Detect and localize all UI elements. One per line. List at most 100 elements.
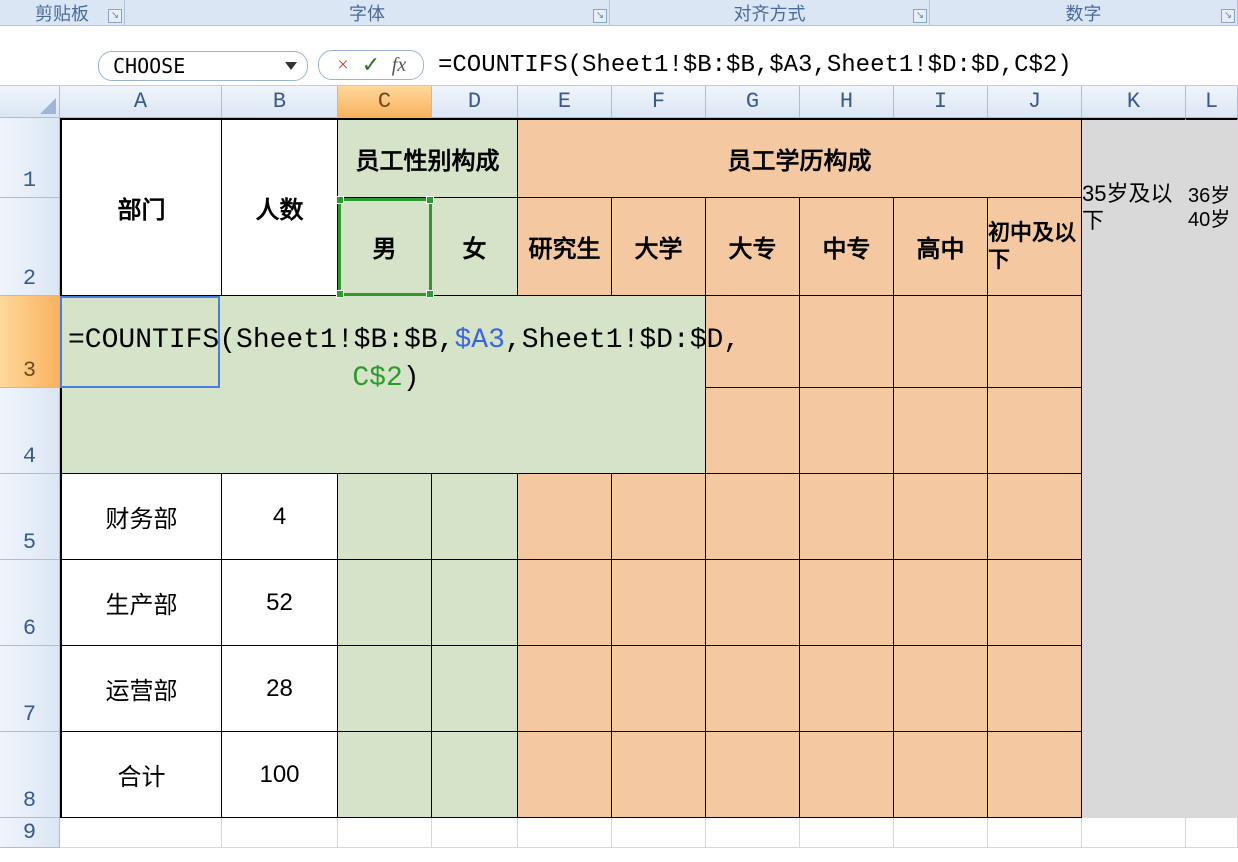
cell[interactable] [894,296,988,388]
row-header[interactable]: 2 [0,198,60,296]
cell[interactable] [800,296,894,388]
cell[interactable] [1186,560,1238,646]
dialog-launcher-icon[interactable]: ↘ [108,9,122,23]
cell[interactable] [988,296,1082,388]
cell[interactable]: 人数 [222,118,338,296]
row-header[interactable]: 9 [0,818,60,848]
cell[interactable] [988,732,1082,818]
cell[interactable] [338,474,432,560]
col-header[interactable]: K [1082,86,1186,118]
row-header[interactable]: 6 [0,560,60,646]
cell[interactable] [1186,388,1238,474]
cell[interactable] [800,388,894,474]
col-header[interactable]: F [612,86,706,118]
cell[interactable]: 生产部 [60,560,222,646]
cell[interactable] [338,646,432,732]
col-header[interactable]: A [60,86,222,118]
cell[interactable] [800,474,894,560]
col-header[interactable]: C [338,86,432,118]
cell[interactable] [988,646,1082,732]
cell[interactable] [800,732,894,818]
cell[interactable] [894,732,988,818]
cell[interactable] [60,388,706,474]
col-header[interactable]: H [800,86,894,118]
row-header[interactable]: 7 [0,646,60,732]
select-all-corner[interactable] [0,86,60,118]
cell[interactable] [706,646,800,732]
cell[interactable] [612,474,706,560]
cell[interactable] [988,818,1082,848]
col-header[interactable]: J [988,86,1082,118]
cell[interactable] [432,560,518,646]
cell[interactable] [60,818,222,848]
cell[interactable] [222,818,338,848]
cell[interactable] [60,296,706,388]
cell[interactable] [800,818,894,848]
cell[interactable] [1186,818,1238,848]
row-header[interactable]: 3 [0,296,60,388]
cell[interactable] [894,818,988,848]
col-header[interactable]: L [1186,86,1238,118]
cell[interactable]: 28 [222,646,338,732]
cell[interactable]: 部门 [60,118,222,296]
cell[interactable] [894,474,988,560]
cell[interactable] [518,560,612,646]
row-header[interactable]: 1 [0,118,60,198]
cell[interactable]: 52 [222,560,338,646]
cell[interactable]: 合计 [60,732,222,818]
cell[interactable] [1082,560,1186,646]
cell[interactable] [518,732,612,818]
cell[interactable] [518,474,612,560]
cell[interactable]: 员工性别构成 [338,118,518,198]
cell[interactable] [706,296,800,388]
cell[interactable] [988,388,1082,474]
cell[interactable] [1082,646,1186,732]
cell[interactable]: 女 [432,198,518,296]
cell[interactable] [612,560,706,646]
formula-input[interactable]: =COUNTIFS(Sheet1!$B:$B,$A3,Sheet1!$D:$D,… [424,50,1238,81]
cell[interactable] [612,646,706,732]
cell[interactable] [706,732,800,818]
row-header[interactable]: 4 [0,388,60,474]
cell[interactable] [988,474,1082,560]
cell[interactable]: 中专 [800,198,894,296]
cell[interactable] [432,818,518,848]
col-header[interactable]: I [894,86,988,118]
cell[interactable] [706,818,800,848]
cell[interactable] [612,732,706,818]
cell[interactable] [1186,296,1238,388]
cell[interactable] [706,388,800,474]
enter-formula-button[interactable]: ✓ [357,52,385,78]
cell[interactable] [432,474,518,560]
dialog-launcher-icon[interactable]: ↘ [913,9,927,23]
cell[interactable] [894,388,988,474]
cell[interactable]: 36岁40岁 [1186,118,1238,296]
cell[interactable] [1186,474,1238,560]
dialog-launcher-icon[interactable]: ↘ [1221,9,1235,23]
cell[interactable]: 研究生 [518,198,612,296]
name-box[interactable]: CHOOSE [98,51,308,81]
cell[interactable] [432,646,518,732]
cell[interactable] [894,646,988,732]
row-header[interactable]: 5 [0,474,60,560]
cell[interactable] [706,560,800,646]
cell[interactable]: 4 [222,474,338,560]
cell[interactable] [1186,646,1238,732]
col-header[interactable]: D [432,86,518,118]
cell[interactable] [1082,296,1186,388]
cell[interactable] [1186,732,1238,818]
cell[interactable] [1082,818,1186,848]
cell[interactable] [338,732,432,818]
cell[interactable] [1082,474,1186,560]
col-header[interactable]: G [706,86,800,118]
col-header[interactable]: E [518,86,612,118]
cell[interactable]: 大专 [706,198,800,296]
cell[interactable] [518,646,612,732]
cell[interactable]: 100 [222,732,338,818]
cell[interactable] [800,646,894,732]
cell[interactable]: 员工学历构成 [518,118,1082,198]
chevron-down-icon[interactable] [285,62,297,70]
cell[interactable] [518,818,612,848]
cell[interactable]: 初中及以下 [988,198,1082,296]
cell[interactable]: 男 [338,198,432,296]
